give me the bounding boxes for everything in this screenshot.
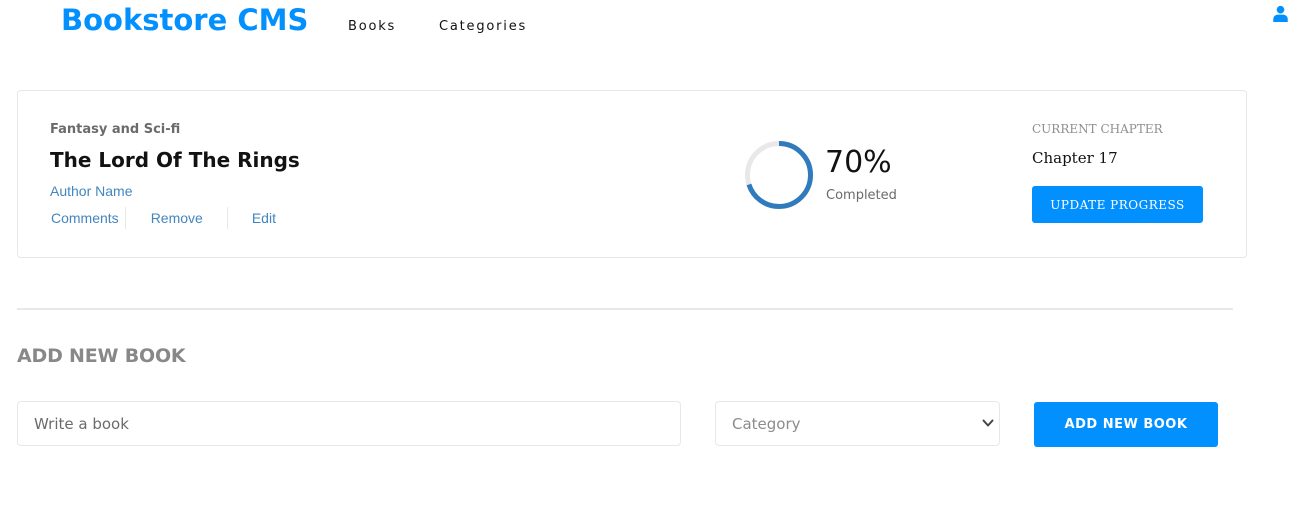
nav-link-categories[interactable]: Categories: [439, 19, 527, 34]
book-category: Fantasy and Sci-fi: [50, 122, 181, 137]
current-chapter: Chapter 17: [1032, 149, 1118, 167]
add-book-button[interactable]: ADD NEW BOOK: [1034, 402, 1218, 447]
category-select[interactable]: Category: [715, 401, 1000, 446]
brand-logo[interactable]: Bookstore CMS: [61, 3, 308, 37]
book-author[interactable]: Author Name: [50, 183, 132, 199]
book-title: The Lord Of The Rings: [50, 148, 300, 172]
remove-button[interactable]: Remove: [151, 210, 203, 226]
action-divider: [124, 207, 126, 229]
book-actions: Comments Remove Edit: [51, 206, 276, 230]
user-icon[interactable]: [1272, 5, 1289, 22]
action-divider: [226, 207, 228, 229]
comments-button[interactable]: Comments: [51, 210, 119, 226]
update-progress-button[interactable]: UPDATE PROGRESS: [1032, 186, 1203, 223]
progress-percent: 70%: [825, 145, 892, 180]
progress-ring: [745, 141, 813, 209]
book-title-input[interactable]: [17, 401, 681, 446]
book-card: Fantasy and Sci-fi The Lord Of The Rings…: [17, 90, 1247, 258]
form-title: ADD NEW BOOK: [17, 345, 186, 367]
section-divider: [17, 308, 1233, 310]
current-chapter-label: CURRENT CHAPTER: [1032, 122, 1163, 136]
nav-link-books[interactable]: Books: [348, 19, 396, 34]
progress-status: Completed: [826, 188, 897, 203]
edit-button[interactable]: Edit: [252, 210, 276, 226]
